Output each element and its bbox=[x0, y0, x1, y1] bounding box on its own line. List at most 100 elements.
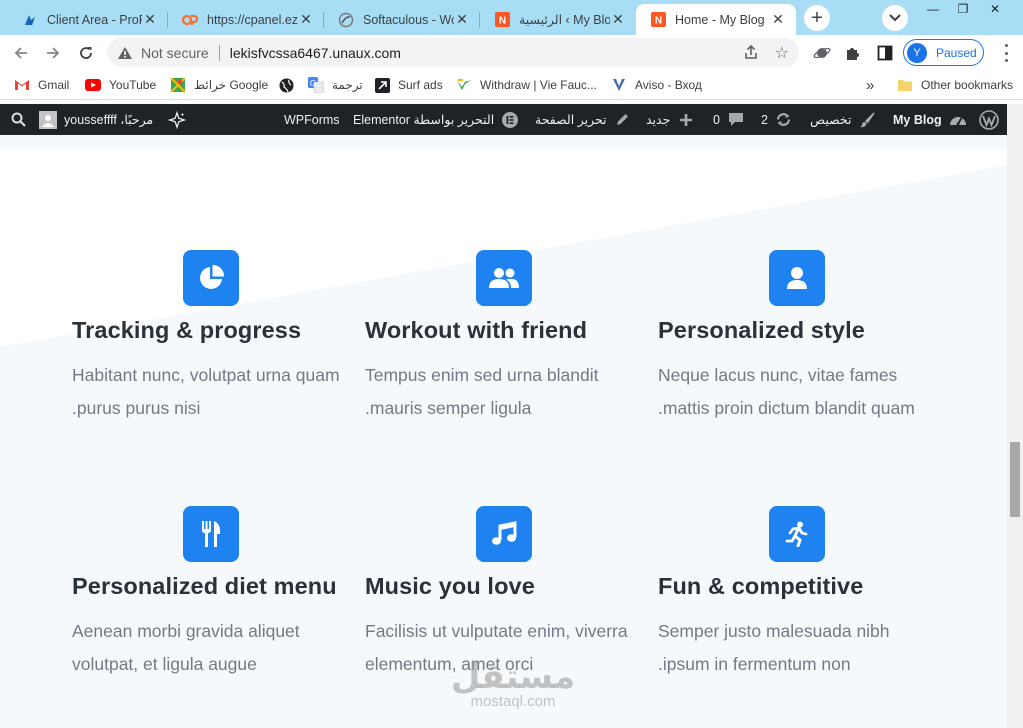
site-name-label: My Blog bbox=[893, 112, 942, 127]
edit-page-menu[interactable]: تحرير الصفحة bbox=[535, 104, 632, 135]
tab-softaculous[interactable]: Softaculous - WordPress ✕ bbox=[324, 4, 480, 35]
bookmark-youtube[interactable]: YouTube bbox=[85, 76, 156, 94]
wpforms-menu[interactable]: WPForms bbox=[284, 104, 340, 135]
softaculous-icon bbox=[338, 12, 354, 28]
bookmarks-overflow-button[interactable]: » bbox=[866, 76, 874, 94]
surf-ads-icon bbox=[374, 77, 390, 93]
feature-desc-line: Semper justo malesuada nibh bbox=[658, 621, 890, 641]
watermark-arabic: مستقل bbox=[450, 657, 576, 697]
close-tab-icon[interactable]: ✕ bbox=[770, 11, 786, 28]
share-icon[interactable] bbox=[743, 44, 759, 65]
close-tab-icon[interactable]: ✕ bbox=[454, 11, 470, 28]
close-icon: ✕ bbox=[989, 2, 1001, 16]
restore-button[interactable]: ❐ bbox=[948, 0, 978, 18]
feature-desc-line: .ipsum in fermentum non bbox=[658, 654, 851, 674]
close-tab-icon[interactable]: ✕ bbox=[142, 11, 158, 28]
reload-button[interactable] bbox=[73, 40, 99, 66]
reload-icon bbox=[80, 47, 92, 59]
feature-description: Habitant nunc, volutpat urna quam .purus… bbox=[72, 359, 362, 425]
youtube-icon bbox=[85, 77, 101, 93]
bookmark-gmail[interactable]: Gmail bbox=[14, 76, 69, 94]
new-tab-button[interactable]: + bbox=[804, 5, 830, 31]
comments-count: 0 bbox=[713, 112, 720, 127]
feature-title: Personalized diet menu bbox=[72, 573, 337, 599]
customize-menu[interactable]: تخصيص bbox=[810, 104, 876, 135]
tab-home-my-blog[interactable]: N Home - My Blog ✕ bbox=[636, 4, 796, 35]
globe-icon bbox=[278, 77, 294, 93]
feature-description: Semper justo malesuada nibh .ipsum in fe… bbox=[658, 615, 948, 681]
side-panel-icon[interactable] bbox=[874, 42, 896, 64]
bookmark-surf-ads[interactable]: Surf ads bbox=[374, 76, 443, 94]
close-tab-icon[interactable]: ✕ bbox=[298, 11, 314, 28]
feature-desc-line: Neque lacus nunc, vitae fames bbox=[658, 365, 898, 385]
wordpress-admin-icon: N bbox=[494, 12, 510, 28]
svg-text:G: G bbox=[310, 79, 316, 88]
profile-button[interactable]: Y Paused bbox=[903, 39, 984, 66]
search-button[interactable] bbox=[9, 104, 27, 135]
url-text[interactable]: lekisfvcssa6467.unaux.com bbox=[230, 45, 401, 61]
pie-chart-icon bbox=[183, 250, 239, 306]
howdy-text: مرحبًا، yousseffff bbox=[64, 113, 154, 127]
feature-desc-line: Aenean morbi gravida aliquet bbox=[72, 621, 300, 641]
chevron-down-icon bbox=[889, 14, 901, 22]
elementor-sparkle-button[interactable] bbox=[168, 104, 186, 135]
tab-client-area[interactable]: Client Area - ProFreeHost ✕ bbox=[8, 4, 168, 35]
close-tab-icon[interactable]: ✕ bbox=[610, 11, 626, 28]
edit-with-elementor[interactable]: التحرير بواسطة Elementor bbox=[353, 104, 519, 135]
tab-my-blog-admin[interactable]: N الرئيسية ‹ My Blog ✕ bbox=[480, 4, 636, 35]
bookmark-aviso[interactable]: Aviso - Вход bbox=[611, 76, 702, 94]
feature-title: Fun & competitive bbox=[658, 573, 864, 599]
wordpress-logo-menu[interactable] bbox=[979, 104, 999, 135]
feature-desc-line: .mattis proin dictum blandit quam bbox=[658, 398, 915, 418]
wp-admin-bar: مرحبًا، yousseffff WPForms التحرير بواسط… bbox=[0, 104, 1007, 135]
browser-toolbar: Not secure lekisfvcssa6467.unaux.com ☆ Y… bbox=[0, 35, 1023, 70]
vertical-scrollbar[interactable] bbox=[1007, 104, 1023, 728]
extensions-puzzle-icon[interactable] bbox=[842, 42, 864, 64]
updates-menu[interactable]: 2 bbox=[761, 104, 793, 135]
bookmark-label: YouTube bbox=[109, 78, 157, 92]
wpforms-label: WPForms bbox=[284, 112, 340, 127]
bookmark-google-translate[interactable]: G ترجمة bbox=[308, 76, 363, 94]
warning-triangle-icon[interactable] bbox=[117, 45, 133, 61]
close-window-button[interactable]: ✕ bbox=[980, 0, 1010, 18]
feature-title: Music you love bbox=[365, 573, 535, 599]
new-content-menu[interactable]: جديد bbox=[646, 104, 695, 135]
extension-planet-icon[interactable] bbox=[811, 42, 833, 64]
wordpress-admin-icon: N bbox=[650, 12, 666, 28]
forward-button[interactable] bbox=[40, 40, 66, 66]
security-label[interactable]: Not secure bbox=[141, 45, 209, 61]
updates-refresh-icon bbox=[775, 111, 793, 129]
vie-faucet-icon bbox=[456, 77, 472, 93]
bookmark-google-maps[interactable]: خرائط Google bbox=[170, 76, 268, 94]
bookmark-star-icon[interactable]: ☆ bbox=[775, 43, 789, 63]
bookmarks-bar: Gmail YouTube خرائط Google G ترجمة Surf … bbox=[0, 70, 1023, 100]
user-avatar-icon bbox=[39, 110, 57, 129]
address-bar[interactable]: Not secure lekisfvcssa6467.unaux.com ☆ bbox=[107, 38, 799, 67]
feature-description: Tempus enim sed urna blandit .mauris sem… bbox=[365, 359, 655, 425]
feature-desc-line: .mauris semper ligula bbox=[365, 398, 532, 418]
feature-desc-line: Tempus enim sed urna blandit bbox=[365, 365, 599, 385]
bookmark-label: Aviso - Вход bbox=[635, 78, 702, 92]
profile-status: Paused bbox=[936, 45, 977, 60]
double-chevron-icon: » bbox=[866, 76, 875, 94]
svg-text:N: N bbox=[498, 16, 505, 27]
browser-menu-icon[interactable] bbox=[998, 44, 1014, 62]
comments-menu[interactable]: 0 bbox=[713, 104, 745, 135]
feature-desc-line: .purus purus nisi bbox=[72, 398, 201, 418]
bookmark-globe[interactable] bbox=[278, 76, 302, 94]
tab-search-button[interactable] bbox=[882, 5, 908, 31]
bookmark-label: خرائط Google bbox=[194, 78, 269, 92]
back-button[interactable] bbox=[8, 40, 34, 66]
scrollbar-thumb[interactable] bbox=[1010, 442, 1020, 517]
bookmark-vie-faucet[interactable]: Withdraw | Vie Fauc... bbox=[456, 76, 597, 94]
my-account-menu[interactable]: مرحبًا، yousseffff bbox=[39, 104, 153, 135]
tab-cpanel[interactable]: https://cpanel.ezyro.com ✕ bbox=[168, 4, 324, 35]
tab-strip: Client Area - ProFreeHost ✕ https://cpan… bbox=[0, 0, 1023, 35]
google-maps-icon bbox=[170, 77, 186, 93]
other-bookmarks-folder[interactable]: Other bookmarks bbox=[897, 76, 1013, 94]
svg-text:N: N bbox=[654, 16, 661, 27]
paintbrush-icon bbox=[858, 111, 876, 129]
site-name-menu[interactable]: My Blog bbox=[893, 104, 967, 135]
minimize-button[interactable]: — bbox=[918, 0, 948, 18]
arrow-right-icon bbox=[47, 47, 60, 59]
